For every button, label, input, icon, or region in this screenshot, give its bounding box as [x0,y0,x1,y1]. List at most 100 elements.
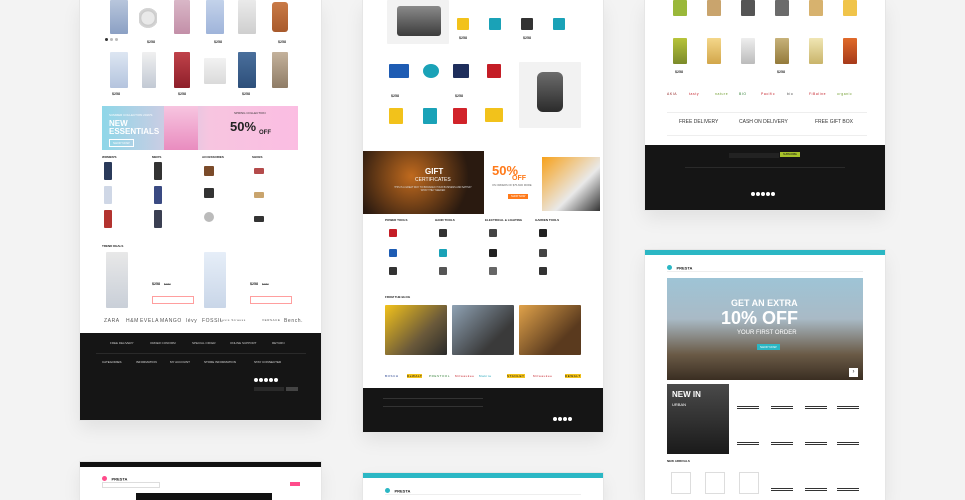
product-image[interactable] [397,6,441,36]
brand-logo[interactable]: STANLEY [507,374,525,378]
product-image[interactable] [537,72,563,112]
fashion-theme-preview[interactable]: $258 $258 $258 $258 $258 $258 SUMMER COL… [80,0,321,420]
product-image[interactable] [389,108,403,124]
product-image[interactable] [521,18,533,30]
site-logo[interactable]: PRESTA [667,259,692,277]
deal-card[interactable]: $258 $287 [102,252,198,308]
product-image[interactable] [254,216,264,222]
brand-logo[interactable]: DEWALT [565,374,581,378]
social-icons[interactable] [254,369,279,387]
brand-logo[interactable]: tasty [689,92,699,96]
product-image[interactable] [204,212,214,222]
hero-banner[interactable]: GET AN EXTRA 10% OFF YOUR FIRST ORDER SH… [667,278,863,380]
product-image[interactable] [238,52,256,88]
brand-logo[interactable]: DeWALT [407,374,423,378]
brand-logo[interactable]: Milwaukee [533,374,553,378]
product-image[interactable] [739,472,759,494]
cart-button[interactable] [290,482,300,486]
product-image[interactable] [154,210,162,228]
product-image[interactable] [707,38,721,64]
carousel-dots[interactable] [105,38,120,42]
product-image[interactable] [439,229,447,237]
product-image[interactable] [539,249,547,257]
brand-logo[interactable]: FiBaline [809,92,826,96]
product-image[interactable] [389,229,397,237]
category-title[interactable]: ACCESSORIES [202,155,224,159]
brand-logo[interactable]: ZARA [104,318,120,324]
product-image[interactable] [489,249,497,257]
main-nav[interactable] [385,494,581,495]
product-image[interactable] [439,267,447,275]
brand-logo[interactable]: nature [715,92,728,96]
product-image[interactable] [457,18,469,30]
product-image[interactable] [139,4,157,32]
product-image[interactable] [837,394,859,409]
product-image[interactable] [272,52,288,88]
product-image[interactable] [737,394,759,409]
search-input[interactable] [102,482,160,488]
product-image[interactable] [539,267,547,275]
product-image[interactable] [809,38,823,64]
brand-logo[interactable]: EVELA [140,318,159,324]
product-image[interactable] [737,430,759,445]
category-title[interactable]: WOMEN'S [102,155,117,159]
brand-logo[interactable]: Milwaukee [455,374,475,378]
deal-card[interactable]: $258 $287 [200,252,296,308]
product-image[interactable] [673,38,687,64]
product-image[interactable] [204,166,214,176]
product-image[interactable] [741,38,755,64]
brand-logo[interactable]: H&M [126,318,139,324]
brand-logo[interactable]: MANGO [160,318,182,324]
fashion-banner[interactable]: SUMMER COLLECTION 2016'S NEW ESSENTIALS … [102,106,298,150]
product-image[interactable] [110,52,128,88]
product-image[interactable] [775,0,789,16]
product-image[interactable] [389,249,397,257]
category-title[interactable]: MEN'S [152,155,161,159]
product-image[interactable] [771,430,793,445]
product-image[interactable] [489,229,497,237]
product-image[interactable] [423,64,439,78]
brand-logo[interactable]: AKIA [667,92,677,96]
product-image[interactable] [104,210,112,228]
site-logo[interactable]: PRESTA [385,482,410,500]
product-image[interactable] [775,38,789,64]
category-title[interactable]: HAND TOOLS [435,218,455,222]
product-image[interactable] [809,0,823,16]
product-image[interactable] [843,38,857,64]
product-image[interactable] [771,394,793,409]
product-image[interactable] [206,0,224,34]
product-image[interactable] [741,0,755,16]
brand-logo[interactable]: BIO [739,92,747,96]
product-image[interactable] [254,168,264,174]
product-image[interactable] [174,52,190,88]
product-image[interactable] [110,0,128,34]
next-arrow-icon[interactable]: › [849,368,858,377]
product-image[interactable] [104,186,112,204]
product-image[interactable] [539,229,547,237]
product-image[interactable] [238,0,256,34]
product-image[interactable] [489,267,497,275]
product-image[interactable] [389,267,397,275]
brand-logo[interactable]: bio [787,92,793,96]
brand-logo[interactable]: organic [837,92,852,96]
urban-promo[interactable]: NEW IN URBAN [667,384,729,454]
product-image[interactable] [104,162,112,180]
product-image[interactable] [805,430,827,445]
product-image[interactable] [771,476,793,491]
category-title[interactable]: POWER TOOLS [385,218,407,222]
product-image[interactable] [553,18,565,30]
product-image[interactable] [154,162,162,180]
brand-logo[interactable]: lévy [186,318,197,324]
teal-theme-preview[interactable]: PRESTA [363,473,603,500]
newsletter-input[interactable] [729,153,779,158]
product-image[interactable] [204,58,226,84]
product-image[interactable] [439,249,447,257]
product-image[interactable] [204,188,214,198]
brand-logo[interactable]: Bench. [284,318,303,324]
product-image[interactable] [843,0,857,16]
category-title[interactable]: SHOES [252,155,263,159]
product-image[interactable] [142,52,156,88]
discount-banner[interactable]: 50% OFF ON ORDERS OF $75 AND MORE SHOP N… [484,151,603,214]
newsletter-input[interactable] [254,387,284,391]
product-image[interactable] [487,64,501,78]
